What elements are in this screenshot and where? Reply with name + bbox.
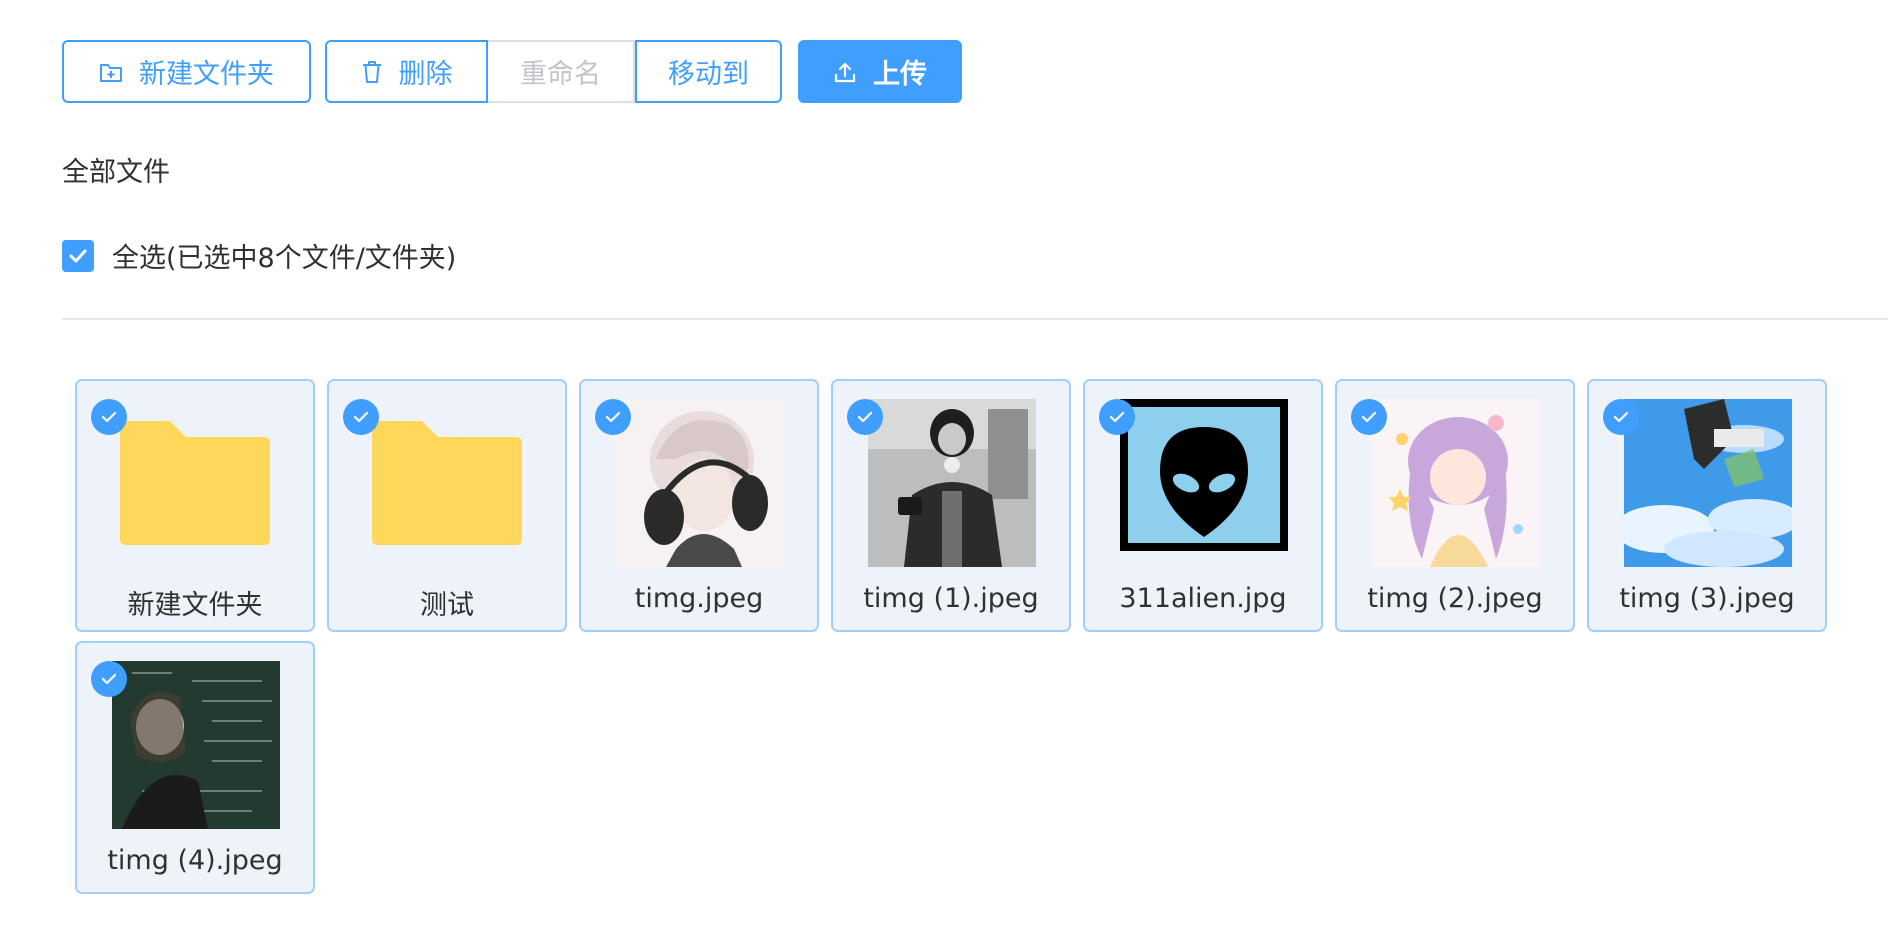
trash-icon <box>361 60 383 84</box>
selected-check-icon[interactable] <box>91 399 127 435</box>
delete-button[interactable]: 删除 <box>325 40 488 103</box>
new-folder-button[interactable]: 新建文件夹 <box>62 40 311 103</box>
image-thumbnail <box>1624 399 1792 567</box>
select-all-label: 全选(已选中8个文件/文件夹) <box>112 243 457 274</box>
file-name: timg (3).jpeg <box>1619 583 1795 614</box>
file-name: 新建文件夹 <box>127 590 263 621</box>
image-thumbnail <box>1120 399 1288 551</box>
file-card[interactable]: timg (2).jpeg <box>1335 379 1575 632</box>
select-all-checkbox[interactable]: 全选(已选中8个文件/文件夹) <box>62 236 456 275</box>
rename-button[interactable]: 重命名 <box>488 40 635 103</box>
toolbar: 新建文件夹 删除 重命名 移动到 上传 <box>62 40 962 103</box>
image-thumbnail <box>616 399 784 567</box>
file-name: 311alien.jpg <box>1119 583 1287 614</box>
selected-check-icon[interactable] <box>1099 399 1135 435</box>
upload-label: 上传 <box>873 59 927 90</box>
folder-icon <box>120 421 270 545</box>
file-name: 测试 <box>420 590 474 621</box>
folder-icon <box>372 421 522 545</box>
selected-check-icon[interactable] <box>1351 399 1387 435</box>
file-name: timg (2).jpeg <box>1367 583 1543 614</box>
divider <box>62 318 1888 320</box>
file-name: timg (4).jpeg <box>107 845 283 876</box>
file-manager-page: 新建文件夹 删除 重命名 移动到 上传 全部文件 全选(已选中8个文件/文件夹)… <box>0 0 1888 946</box>
file-card[interactable]: 311alien.jpg <box>1083 379 1323 632</box>
file-card[interactable]: timg.jpeg <box>579 379 819 632</box>
file-card[interactable]: 新建文件夹 <box>75 379 315 632</box>
file-actions-group: 删除 重命名 移动到 <box>325 40 782 103</box>
selected-check-icon[interactable] <box>343 399 379 435</box>
selected-check-icon[interactable] <box>847 399 883 435</box>
move-to-label: 移动到 <box>668 59 749 90</box>
image-thumbnail <box>1372 399 1540 567</box>
file-card[interactable]: timg (3).jpeg <box>1587 379 1827 632</box>
upload-icon <box>833 61 857 83</box>
folder-add-icon <box>99 61 123 83</box>
file-card[interactable]: 测试 <box>327 379 567 632</box>
new-folder-label: 新建文件夹 <box>139 59 274 90</box>
upload-button[interactable]: 上传 <box>798 40 962 103</box>
selected-check-icon[interactable] <box>1603 399 1639 435</box>
rename-label: 重命名 <box>520 59 601 90</box>
file-name: timg.jpeg <box>634 583 764 614</box>
selected-check-icon[interactable] <box>595 399 631 435</box>
selected-check-icon[interactable] <box>91 661 127 697</box>
file-card[interactable]: timg (1).jpeg <box>831 379 1071 632</box>
file-card[interactable]: timg (4).jpeg <box>75 641 315 894</box>
image-thumbnail <box>868 399 1036 567</box>
file-name: timg (1).jpeg <box>863 583 1039 614</box>
delete-label: 删除 <box>398 59 453 90</box>
breadcrumb-all-files[interactable]: 全部文件 <box>62 150 170 189</box>
checkbox-checked-icon[interactable] <box>62 239 94 272</box>
move-to-button[interactable]: 移动到 <box>635 40 782 103</box>
image-thumbnail <box>112 661 280 829</box>
